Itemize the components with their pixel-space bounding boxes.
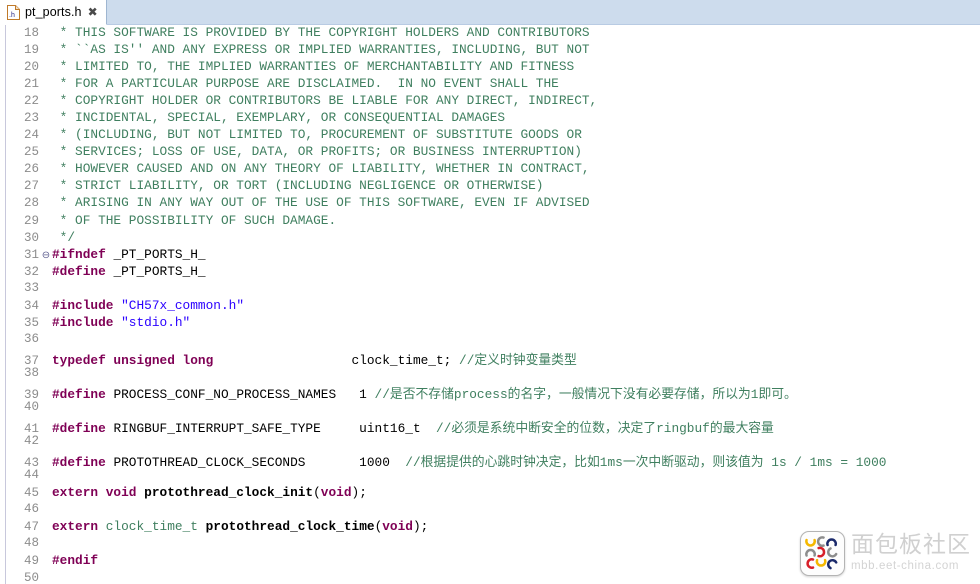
code-text: #define PROTOTHREAD_CLOCK_SECONDS 1000 /… [52,455,887,471]
code-line[interactable]: 27 * STRICT LIABILITY, OR TORT (INCLUDIN… [0,178,980,195]
code-line[interactable]: 31 ⊖ #ifndef _PT_PORTS_H_ [0,247,980,264]
code-line[interactable]: 36 [0,332,980,349]
code-text: #include "CH57x_common.h" [52,297,244,313]
h-file-icon: .h [7,4,20,20]
code-line[interactable]: 34 #include "CH57x_common.h" [0,298,980,315]
code-text: * THIS SOFTWARE IS PROVIDED BY THE COPYR… [52,25,590,40]
line-number: 42 [23,434,39,449]
code-line[interactable]: 41 #define RINGBUF_INTERRUPT_SAFE_TYPE ui… [0,417,980,437]
code-line[interactable]: 22 * COPYRIGHT HOLDER OR CONTRIBUTORS BE… [0,93,980,110]
line-number: 25 [23,145,39,160]
line-number: 32 [23,264,39,279]
code-line[interactable]: 32 #define _PT_PORTS_H_ [0,264,980,281]
code-text: * STRICT LIABILITY, OR TORT (INCLUDING N… [52,178,544,194]
line-number: 36 [23,331,39,346]
svg-text:.h: .h [9,12,15,19]
line-number: 28 [23,196,39,211]
code-text: #endif [52,553,99,569]
line-number: 31 [23,247,39,262]
line-number: 22 [23,94,39,109]
line-number: 48 [23,536,39,551]
code-line[interactable]: 40 [0,400,980,417]
line-number: 47 [23,520,39,535]
code-line[interactable]: 49 #endif [0,553,980,570]
line-number: 26 [23,162,39,177]
code-line[interactable]: 18 * THIS SOFTWARE IS PROVIDED BY THE CO… [0,25,980,42]
code-text: #include "stdio.h" [52,314,191,330]
code-text: typedef unsigned long clock_time_t; //定义… [52,352,577,368]
line-number: 18 [23,26,39,40]
line-number: 44 [23,468,39,483]
code-line[interactable]: 33 [0,281,980,298]
code-line[interactable]: 38 [0,366,980,383]
code-line[interactable]: 37 typedef unsigned long clock_time_t; //… [0,349,980,368]
code-text: #define _PT_PORTS_H_ [52,263,206,279]
code-text: * INCIDENTAL, SPECIAL, EXEMPLARY, OR CON… [52,110,506,126]
code-line[interactable]: 39 #define PROCESS_CONF_NO_PROCESS_NAMES … [0,383,980,402]
line-number: 46 [23,502,39,517]
code-line[interactable]: 30 */ [0,230,980,247]
editor-tab-bar: .h pt_ports.h ✖ [0,0,980,25]
code-line[interactable]: 50 [0,571,980,584]
code-text: * HOWEVER CAUSED AND ON ANY THEORY OF LI… [52,161,590,177]
editor-body: 18 * THIS SOFTWARE IS PROVIDED BY THE CO… [0,25,980,584]
line-number: 40 [23,400,39,415]
code-line[interactable]: 23 * INCIDENTAL, SPECIAL, EXEMPLARY, OR … [0,110,980,127]
close-icon[interactable]: ✖ [88,6,98,18]
code-line[interactable]: 29 * OF THE POSSIBILITY OF SUCH DAMAGE. [0,213,980,230]
code-text: */ [52,229,76,245]
code-line[interactable]: 28 * ARISING IN ANY WAY OUT OF THE USE O… [0,195,980,212]
line-number: 29 [23,213,39,228]
code-line[interactable]: 24 * (INCLUDING, BUT NOT LIMITED TO, PRO… [0,127,980,144]
code-text: extern clock_time_t protothread_clock_ti… [52,519,429,535]
line-number: 49 [23,554,39,569]
code-text-area[interactable]: 18 * THIS SOFTWARE IS PROVIDED BY THE CO… [0,25,980,584]
code-text: #ifndef _PT_PORTS_H_ [52,246,206,262]
code-text: * ``AS IS'' AND ANY EXPRESS OR IMPLIED W… [52,42,590,58]
line-number: 50 [23,570,39,584]
line-number: 27 [23,179,39,194]
code-text: #define RINGBUF_INTERRUPT_SAFE_TYPE uint… [52,421,774,437]
line-number: 45 [23,486,39,501]
line-number: 30 [23,230,39,245]
code-line[interactable]: 35 #include "stdio.h" [0,315,980,332]
code-text: * LIMITED TO, THE IMPLIED WARRANTIES OF … [52,59,575,75]
code-text: * (INCLUDING, BUT NOT LIMITED TO, PROCUR… [52,127,582,143]
tab-pt-ports-h[interactable]: .h pt_ports.h ✖ [0,0,107,25]
line-number: 21 [23,77,39,92]
code-line[interactable]: 43 #define PROTOTHREAD_CLOCK_SECONDS 1000… [0,451,980,471]
code-line[interactable]: 45 extern void protothread_clock_init(voi… [0,485,980,502]
code-text: * OF THE POSSIBILITY OF SUCH DAMAGE. [52,212,337,228]
code-text: extern void protothread_clock_init(void)… [52,485,367,501]
line-number: 33 [23,280,39,295]
code-line[interactable]: 20 * LIMITED TO, THE IMPLIED WARRANTIES … [0,59,980,76]
code-line[interactable]: 26 * HOWEVER CAUSED AND ON ANY THEORY OF… [0,161,980,178]
code-text: * SERVICES; LOSS OF USE, DATA, OR PROFIT… [52,144,582,160]
code-line[interactable]: 42 [0,434,980,451]
line-number: 35 [23,315,39,330]
line-number: 24 [23,128,39,143]
line-number: 38 [23,365,39,380]
line-number: 34 [23,298,39,313]
code-line[interactable]: 21 * FOR A PARTICULAR PURPOSE ARE DISCLA… [0,76,980,93]
code-line[interactable]: 44 [0,468,980,485]
eclipse-editor-window: .h pt_ports.h ✖ 18 * THIS SOFTWARE IS PR… [0,0,980,584]
code-text: * COPYRIGHT HOLDER OR CONTRIBUTORS BE LI… [52,93,598,109]
code-text: #define PROCESS_CONF_NO_PROCESS_NAMES 1 … [52,386,797,402]
code-line[interactable]: 25 * SERVICES; LOSS OF USE, DATA, OR PRO… [0,144,980,161]
code-line[interactable]: 46 [0,502,980,519]
line-number: 20 [23,60,39,75]
code-line[interactable]: 19 * ``AS IS'' AND ANY EXPRESS OR IMPLIE… [0,42,980,59]
line-number: 19 [23,43,39,58]
tab-label: pt_ports.h [25,5,82,19]
code-line[interactable]: 48 [0,536,980,553]
fold-collapse-icon[interactable]: ⊖ [41,250,51,261]
code-text: * FOR A PARTICULAR PURPOSE ARE DISCLAIME… [52,76,559,92]
code-line[interactable]: 47 extern clock_time_t protothread_clock_… [0,519,980,536]
line-number: 23 [23,111,39,126]
code-text: * ARISING IN ANY WAY OUT OF THE USE OF T… [52,195,590,211]
